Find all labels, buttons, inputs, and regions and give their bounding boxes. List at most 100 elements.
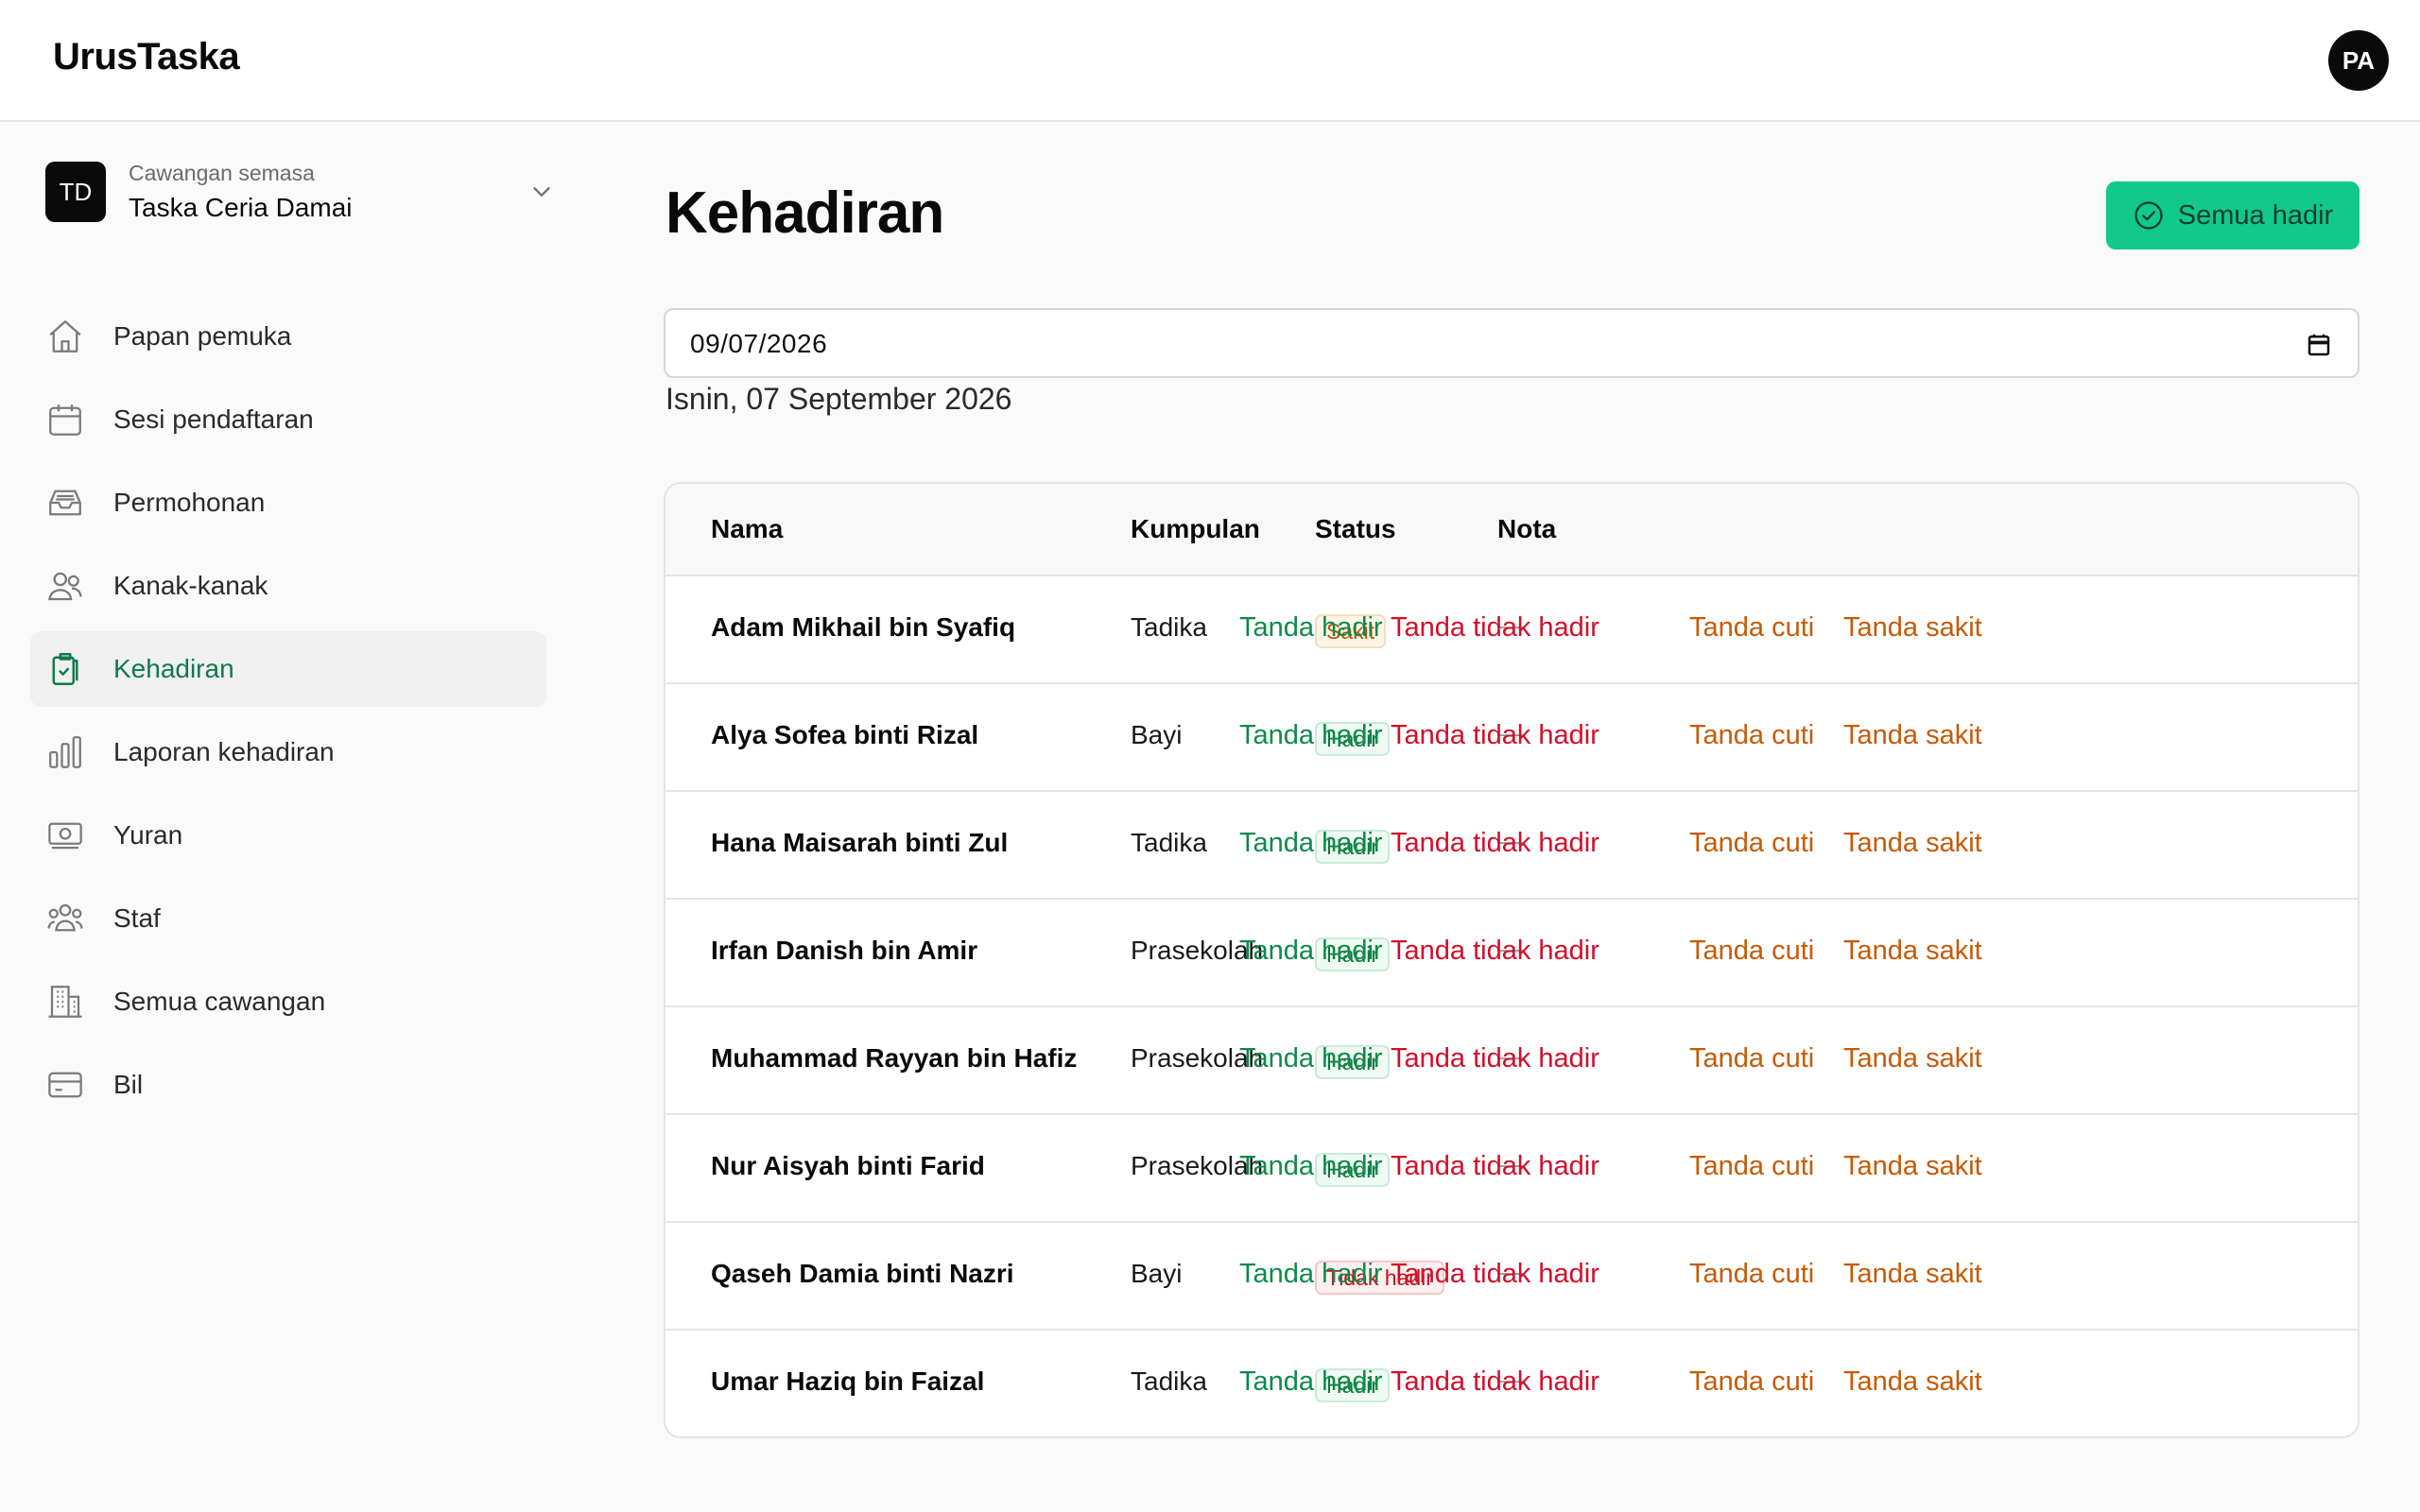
branch-caption: Cawangan semasa <box>129 161 315 185</box>
table-row: Qaseh Damia binti Nazri Bayi Tidak hadir — T… <box>666 1223 2358 1331</box>
child-group: Bayi <box>1131 1259 1183 1288</box>
users-icon <box>48 572 82 601</box>
mark-sick-button[interactable]: Tanda sakit <box>1843 936 1982 967</box>
table-row: Hana Maisarah binti Zul Tadika Hadir — Tanda… <box>666 792 2358 900</box>
sidebar-item-kanak-kanak[interactable]: Kanak-kanak <box>30 548 546 624</box>
child-group: Tadika <box>1131 828 1207 857</box>
mark-leave-button[interactable]: Tanda cuti <box>1689 1043 1814 1074</box>
top-bar: UrusTaska PA <box>0 0 2420 122</box>
table-row: Umar Haziq bin Faizal Tadika Hadir — Tanda h… <box>666 1331 2358 1436</box>
child-name: Qaseh Damia binti Nazri <box>711 1259 1014 1288</box>
mark-leave-button[interactable]: Tanda cuti <box>1689 828 1814 859</box>
mark-present-button[interactable]: Tanda hadir <box>1239 936 1383 967</box>
date-picker-input[interactable]: 09/07/2026 <box>664 308 2360 378</box>
mark-present-button[interactable]: Tanda hadir <box>1239 1259 1383 1290</box>
mark-absent-button[interactable]: Tanda tidak hadir <box>1391 936 1599 967</box>
sidebar-item-label: Sesi pendaftaran <box>113 404 314 434</box>
sidebar-nav: Papan pemuka Sesi pendaftaran Permohonan… <box>30 299 546 1130</box>
child-group: Bayi <box>1131 720 1183 749</box>
child-name: Alya Sofea binti Rizal <box>711 720 979 749</box>
sidebar-item-semua-cawangan[interactable]: Semua cawangan <box>30 964 546 1040</box>
mark-sick-button[interactable]: Tanda sakit <box>1843 612 1982 644</box>
mark-absent-button[interactable]: Tanda tidak hadir <box>1391 720 1599 751</box>
table-row: Adam Mikhail bin Syafiq Tadika Sakit — Tanda… <box>666 576 2358 684</box>
sidebar-item-label: Kehadiran <box>113 654 234 683</box>
mark-sick-button[interactable]: Tanda sakit <box>1843 1151 1982 1182</box>
attendance-table: Nama Kumpulan Status Nota Adam Mikhail b… <box>664 482 2360 1438</box>
mark-present-button[interactable]: Tanda hadir <box>1239 1366 1383 1398</box>
mark-present-button[interactable]: Tanda hadir <box>1239 828 1383 859</box>
child-group: Tadika <box>1131 1366 1207 1396</box>
sidebar-item-laporan-kehadiran[interactable]: Laporan kehadiran <box>30 714 546 790</box>
mark-leave-button[interactable]: Tanda cuti <box>1689 612 1814 644</box>
sidebar-item-yuran[interactable]: Yuran <box>30 798 546 873</box>
mark-sick-button[interactable]: Tanda sakit <box>1843 1259 1982 1290</box>
sidebar-item-papan-pemuka[interactable]: Papan pemuka <box>30 299 546 374</box>
banknote-icon <box>48 822 82 850</box>
column-header-group: Kumpulan <box>1131 514 1260 543</box>
credit-card-icon <box>48 1072 82 1098</box>
sidebar-item-kehadiran[interactable]: Kehadiran <box>30 631 546 707</box>
mark-absent-button[interactable]: Tanda tidak hadir <box>1391 1366 1599 1398</box>
table-row: Muhammad Rayyan bin Hafiz Prasekolah Hadir… <box>666 1007 2358 1115</box>
mark-present-button[interactable]: Tanda hadir <box>1239 612 1383 644</box>
mark-present-button[interactable]: Tanda hadir <box>1239 720 1383 751</box>
sidebar-item-label: Staf <box>113 903 161 933</box>
mark-present-button[interactable]: Tanda hadir <box>1239 1151 1383 1182</box>
date-value: 09/07/2026 <box>690 329 828 358</box>
child-group: Tadika <box>1131 612 1207 642</box>
mark-leave-button[interactable]: Tanda cuti <box>1689 1366 1814 1398</box>
all-present-button[interactable]: Semua hadir <box>2106 181 2360 249</box>
table-row: Alya Sofea binti Rizal Bayi Hadir — Tanda ha… <box>666 684 2358 792</box>
mark-leave-button[interactable]: Tanda cuti <box>1689 936 1814 967</box>
mark-sick-button[interactable]: Tanda sakit <box>1843 720 1982 751</box>
sidebar-item-staf[interactable]: Staf <box>30 881 546 956</box>
mark-absent-button[interactable]: Tanda tidak hadir <box>1391 828 1599 859</box>
mark-absent-button[interactable]: Tanda tidak hadir <box>1391 612 1599 644</box>
branch-name: Taska Ceria Damai <box>129 193 353 222</box>
sidebar-item-label: Permohonan <box>113 488 266 517</box>
page-title: Kehadiran <box>666 180 944 246</box>
child-name: Muhammad Rayyan bin Hafiz <box>711 1043 1078 1073</box>
user-avatar[interactable]: PA <box>2328 30 2389 91</box>
bar-chart-icon <box>49 736 81 768</box>
date-long-label: Isnin, 07 September 2026 <box>666 382 1012 416</box>
check-circle-icon <box>2135 201 2163 230</box>
sidebar-item-label: Yuran <box>113 820 183 850</box>
sidebar-item-permohonan[interactable]: Permohonan <box>30 465 546 541</box>
sidebar-item-label: Papan pemuka <box>113 321 292 351</box>
sidebar-item-label: Bil <box>113 1070 144 1099</box>
child-name: Umar Haziq bin Faizal <box>711 1366 985 1396</box>
column-header-name: Nama <box>711 514 784 543</box>
child-name: Hana Maisarah binti Zul <box>711 828 1009 857</box>
mark-leave-button[interactable]: Tanda cuti <box>1689 1151 1814 1182</box>
clipboard-check-icon <box>52 653 78 685</box>
mark-leave-button[interactable]: Tanda cuti <box>1689 1259 1814 1290</box>
table-row: Irfan Danish bin Amir Prasekolah Hadir — Tan… <box>666 900 2358 1007</box>
chevron-down-icon <box>533 187 550 197</box>
branch-switcher[interactable]: TD Cawangan semasa Taska Ceria Damai <box>45 157 556 232</box>
team-icon <box>47 903 83 932</box>
mark-absent-button[interactable]: Tanda tidak hadir <box>1391 1259 1599 1290</box>
inbox-icon <box>49 490 81 516</box>
mark-sick-button[interactable]: Tanda sakit <box>1843 1366 1982 1398</box>
calendar-icon <box>49 404 81 436</box>
mark-absent-button[interactable]: Tanda tidak hadir <box>1391 1043 1599 1074</box>
child-name: Irfan Danish bin Amir <box>711 936 978 965</box>
mark-present-button[interactable]: Tanda hadir <box>1239 1043 1383 1074</box>
calendar-picker-icon[interactable] <box>2305 331 2333 359</box>
mark-absent-button[interactable]: Tanda tidak hadir <box>1391 1151 1599 1182</box>
column-header-note: Nota <box>1497 514 1557 543</box>
column-header-status: Status <box>1315 514 1396 543</box>
home-icon <box>49 320 81 352</box>
app-brand[interactable]: UrusTaska <box>53 36 240 78</box>
child-name: Adam Mikhail bin Syafiq <box>711 612 1016 642</box>
building-icon <box>48 986 82 1018</box>
mark-leave-button[interactable]: Tanda cuti <box>1689 720 1814 751</box>
table-header: Nama Kumpulan Status Nota <box>666 484 2358 576</box>
sidebar-item-sesi-pendaftaran[interactable]: Sesi pendaftaran <box>30 382 546 457</box>
sidebar-item-bil[interactable]: Bil <box>30 1047 546 1123</box>
mark-sick-button[interactable]: Tanda sakit <box>1843 1043 1982 1074</box>
sidebar-item-label: Laporan kehadiran <box>113 737 335 766</box>
mark-sick-button[interactable]: Tanda sakit <box>1843 828 1982 859</box>
